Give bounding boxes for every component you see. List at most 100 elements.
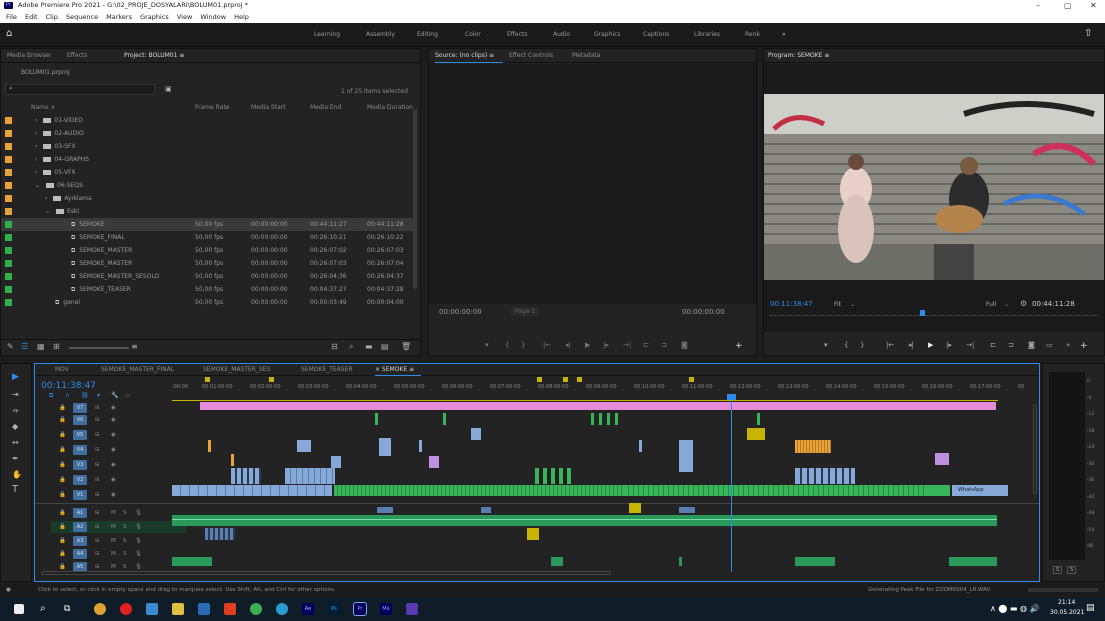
explorer-icon[interactable] bbox=[172, 603, 184, 615]
workspace-libraries[interactable]: Libraries bbox=[694, 31, 720, 38]
audio-clip[interactable] bbox=[629, 503, 641, 513]
resolution-dropdown[interactable]: Full bbox=[986, 301, 996, 308]
new-bin-icon[interactable]: ▣ bbox=[165, 85, 172, 93]
after-effects-icon[interactable]: Ae bbox=[302, 603, 314, 615]
workspace-assembly[interactable]: Assembly bbox=[366, 31, 395, 38]
discord-icon[interactable] bbox=[406, 603, 418, 615]
col-media-duration[interactable]: Media Duration bbox=[367, 101, 413, 114]
hand-tool-icon[interactable]: ✋ bbox=[12, 470, 22, 479]
lock-icon[interactable]: 🔒 bbox=[59, 474, 66, 486]
premiere-taskbar-icon[interactable]: Pr bbox=[353, 602, 367, 616]
sync-icon[interactable]: ⊟ bbox=[95, 429, 100, 441]
list-item[interactable]: ⌄ Eski bbox=[1, 205, 416, 218]
a3-audio-clip[interactable] bbox=[527, 528, 539, 540]
list-item[interactable]: › Ayıklama bbox=[1, 192, 416, 205]
mute-button[interactable]: M bbox=[111, 535, 116, 547]
list-item[interactable]: › 04-GRAPHS bbox=[1, 153, 416, 166]
comparison-view-icon[interactable]: ▭ bbox=[1046, 341, 1053, 349]
sync-icon[interactable]: ⊟ bbox=[95, 521, 100, 533]
sync-icon[interactable]: ⊟ bbox=[95, 535, 100, 547]
video-clip[interactable] bbox=[331, 456, 341, 468]
col-media-end[interactable]: Media End bbox=[310, 101, 341, 114]
pen-tool-icon[interactable]: ✒ bbox=[12, 454, 19, 463]
timeline-marker[interactable] bbox=[577, 377, 582, 382]
system-tray-icons[interactable]: ∧ ⬤ ▬ ◍ 🔊 bbox=[990, 604, 1039, 613]
workspace-color[interactable]: Color bbox=[465, 31, 481, 38]
solo-button[interactable]: S bbox=[123, 521, 127, 533]
sync-icon[interactable]: ⊟ bbox=[95, 507, 100, 519]
tab-semoke-teaser[interactable]: SEMOKE_TEASER bbox=[301, 364, 353, 376]
tab-project[interactable]: Project: BOLUM01 ≡ bbox=[124, 49, 184, 63]
a5-audio-clip[interactable] bbox=[172, 557, 212, 566]
list-item[interactable]: › 01-VIDEO bbox=[1, 114, 416, 127]
photoshop-icon[interactable]: Ps bbox=[328, 603, 340, 615]
track-label[interactable]: V2 bbox=[73, 475, 87, 485]
maximize-button[interactable]: ▢ bbox=[1064, 0, 1072, 11]
selection-tool-icon[interactable]: ▶ bbox=[12, 372, 19, 382]
close-button[interactable]: ✕ bbox=[1090, 0, 1097, 11]
project-scrollbar[interactable] bbox=[413, 109, 417, 289]
menu-view[interactable]: View bbox=[177, 13, 192, 21]
solo-right-button[interactable]: S bbox=[1067, 566, 1077, 574]
whatsapp-clip[interactable]: WhatsApp bbox=[952, 485, 1008, 496]
track-label[interactable]: V6 bbox=[73, 415, 87, 425]
menu-edit[interactable]: Edit bbox=[25, 13, 38, 21]
list-item[interactable]: › 05-VFX bbox=[1, 166, 416, 179]
tab-effect-controls[interactable]: Effect Controls bbox=[509, 49, 553, 63]
list-item[interactable]: ⧉ SEMOKE_MASTER 50,00 fps 00:00:00:00 00:26:… bbox=[1, 244, 416, 257]
go-to-out-icon[interactable]: →| bbox=[966, 341, 974, 349]
solo-button[interactable]: S bbox=[123, 548, 127, 560]
telegram-icon[interactable] bbox=[276, 603, 288, 615]
nest-icon[interactable]: ⧉ bbox=[49, 392, 53, 400]
menu-graphics[interactable]: Graphics bbox=[140, 13, 169, 21]
video-clip[interactable] bbox=[208, 440, 211, 452]
export-frame-icon[interactable]: ◙ bbox=[1028, 341, 1035, 349]
timeline-marker[interactable] bbox=[269, 377, 274, 382]
a5-audio-clip[interactable] bbox=[551, 557, 563, 566]
v2-clip-group[interactable] bbox=[795, 468, 855, 484]
v1-clip-group[interactable] bbox=[624, 485, 924, 496]
play-icon[interactable]: ▶ bbox=[585, 341, 590, 349]
new-bin-bottom-icon[interactable]: ▬ bbox=[365, 342, 373, 351]
trash-icon[interactable]: 🗑 bbox=[401, 342, 411, 351]
video-clip[interactable] bbox=[747, 428, 765, 440]
list-item[interactable]: ⧉ SEMOKE_FINAL 50,00 fps 00:00:00:00 00:26:1… bbox=[1, 231, 416, 244]
timeline-horizontal-scrollbar[interactable] bbox=[41, 571, 611, 575]
mute-button[interactable]: M bbox=[111, 507, 116, 519]
find-icon[interactable]: ⌕ bbox=[349, 342, 353, 352]
lock-icon[interactable]: 🔒 bbox=[59, 402, 66, 414]
lock-icon[interactable]: 🔒 bbox=[59, 507, 66, 519]
a5-audio-clip[interactable] bbox=[949, 557, 997, 566]
more-workspaces-icon[interactable]: » bbox=[782, 31, 786, 38]
timeline-playhead[interactable] bbox=[731, 394, 732, 572]
track-select-tool-icon[interactable]: ⇥ bbox=[12, 390, 19, 399]
lock-icon[interactable]: 🔒 bbox=[59, 535, 66, 547]
tab-source[interactable]: Source: (no clips) ≡ bbox=[435, 49, 494, 63]
sync-icon[interactable]: ⊟ bbox=[95, 459, 100, 471]
program-playhead[interactable] bbox=[920, 310, 925, 316]
eye-icon[interactable]: ◉ bbox=[111, 429, 116, 441]
menu-help[interactable]: Help bbox=[234, 13, 249, 21]
v2-clip-group[interactable] bbox=[285, 468, 335, 484]
mark-in-icon[interactable]: { bbox=[505, 341, 509, 349]
lock-icon[interactable]: 🔒 bbox=[59, 414, 66, 426]
sync-icon[interactable]: ⊟ bbox=[95, 402, 100, 414]
razor-tool-icon[interactable]: ◆ bbox=[12, 422, 18, 431]
captions-icon[interactable]: ▭ bbox=[125, 392, 131, 399]
v1-clip-group[interactable] bbox=[172, 485, 332, 496]
tab-program[interactable]: Program: SEMOKE ≡ bbox=[768, 49, 829, 63]
add-marker-icon[interactable]: ▾ bbox=[485, 341, 489, 349]
search-icon[interactable]: ⌕ bbox=[40, 603, 46, 614]
timeline-marker[interactable] bbox=[205, 377, 210, 382]
media-encoder-icon[interactable]: Me bbox=[380, 603, 392, 615]
lift-icon[interactable]: ⊏ bbox=[990, 341, 996, 349]
add-marker-icon[interactable]: ▾ bbox=[824, 341, 828, 349]
extract-icon[interactable]: ⊐ bbox=[1008, 341, 1014, 349]
notifications-icon[interactable]: ▤ bbox=[1086, 603, 1095, 613]
workspace-audio[interactable]: Audio bbox=[553, 31, 570, 38]
slip-tool-icon[interactable]: ↔ bbox=[12, 438, 19, 447]
insert-icon[interactable]: ⊏ bbox=[643, 341, 649, 349]
automate-icon[interactable]: ⊟ bbox=[331, 342, 338, 351]
menu-sequence[interactable]: Sequence bbox=[66, 13, 98, 21]
menu-markers[interactable]: Markers bbox=[106, 13, 132, 21]
